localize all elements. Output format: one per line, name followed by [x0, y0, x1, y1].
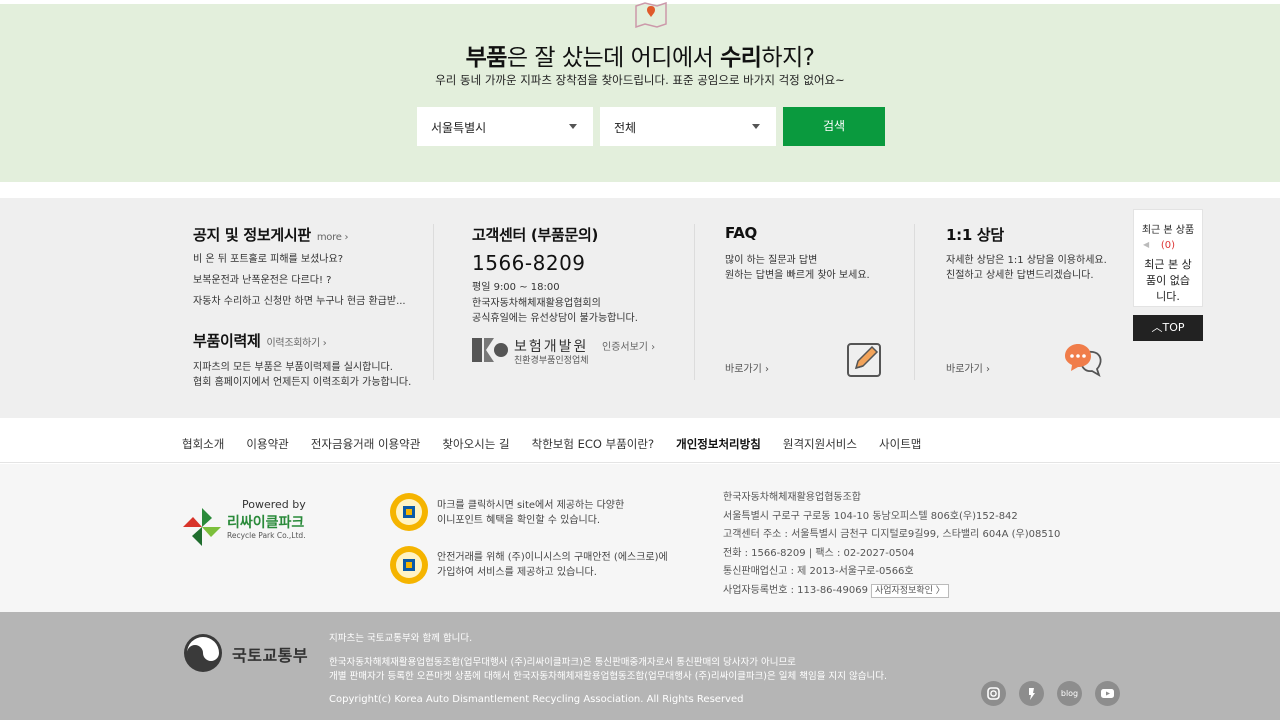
footer-info: Powered by 리싸이클파크 Recycle Park Co.,Ltd. …: [0, 464, 1280, 612]
footer-link-remote-support[interactable]: 원격지원서비스: [783, 436, 857, 452]
parts-history-desc: 지파츠의 모든 부품은 부품이력제를 실시합니다. 협회 홈페이지에서 언제든지 …: [193, 362, 412, 388]
footer-link-sitemap[interactable]: 사이트맵: [879, 436, 921, 452]
recyclepark-en-name: Recycle Park Co.,Ltd.: [227, 531, 306, 540]
faq-desc: 많이 하는 질문과 답변 원하는 답변을 빠르게 찾아 보세요.: [725, 255, 870, 281]
qa-go-link[interactable]: 바로가기 ›: [946, 360, 990, 375]
search-button[interactable]: 검색: [783, 107, 885, 146]
chevron-down-icon: [752, 124, 760, 129]
list-item[interactable]: 비 온 뒤 포트홀로 피해를 보셨나요?: [193, 252, 413, 267]
region-select-value: 서울특별시: [431, 121, 487, 135]
kidi-certification: 보험개발원 친환경부품인정업체 인증서보기 ›: [472, 336, 672, 366]
disclaimer: 한국자동차해체재활용업협동조합(업무대행사 (주)리싸이클파크)은 통신판매중개…: [329, 657, 887, 682]
company-name: 한국자동차해체재활용업협동조합: [723, 492, 861, 503]
parts-history-title: 부품이력제 이력조회하기 ›: [193, 332, 327, 350]
scroll-top-button[interactable]: ︿TOP: [1133, 315, 1203, 341]
molit-logo[interactable]: 국토교통부: [183, 633, 323, 673]
hero-title: 부품은 잘 샀는데 어디에서 수리하지?: [465, 45, 815, 71]
footer-link-eco-parts[interactable]: 착한보험 ECO 부품이란?: [532, 436, 654, 452]
faq-go-link[interactable]: 바로가기 ›: [725, 360, 769, 375]
mail-order-no: 통신판매업신고 : 제 2013-서울구로-0566호: [723, 566, 914, 577]
repair-shop-search-section: 부품은 잘 샀는데 어디에서 수리하지? 우리 동네 가까운 지파츠 장착점을 …: [0, 0, 1280, 182]
notice-more-link[interactable]: more ›: [317, 232, 349, 243]
footer-link-efinance-terms[interactable]: 전자금융거래 이용약관: [311, 436, 420, 452]
customer-center-column: 고객센터 (부품문의) 1566-8209 평일 9:00 ~ 18:00 한국…: [472, 198, 682, 418]
info-section: 공지 및 정보게시판 more › 비 온 뒤 포트홀로 피해를 보셨나요? 보복…: [0, 198, 1280, 418]
company-address: 서울특별시 구로구 구로동 104-10 동남오피스텔 806호(우)152-8…: [723, 510, 1018, 522]
business-info-button[interactable]: 사업자정보확인 〉: [870, 583, 949, 598]
business-hours: 평일 9:00 ~ 18:00: [472, 282, 560, 293]
recent-products-title: 최근 본 상품: [1141, 225, 1195, 236]
chat-bubble-icon: [1065, 344, 1102, 377]
qa-title: 1:1 상담: [946, 226, 1004, 244]
qa-desc: 자세한 상담은 1:1 상담을 이용하세요. 친절하고 상세한 답변드리겠습니다.: [946, 255, 1107, 281]
customer-center-desc: 한국자동차해체재활용업협회의 공식휴일에는 유선상담이 불가능합니다.: [472, 298, 638, 324]
recyclepark-name: 리싸이클파크: [227, 515, 305, 531]
history-lookup-link[interactable]: 이력조회하기 ›: [267, 338, 327, 349]
faq-column: FAQ 많이 하는 질문과 답변 원하는 답변을 빠르게 찾아 보세요. 바로가기…: [725, 198, 895, 418]
type-select[interactable]: 전체: [600, 107, 776, 146]
notice-column: 공지 및 정보게시판 more › 비 온 뒤 포트홀로 피해를 보셨나요? 보복…: [193, 198, 423, 418]
instagram-icon[interactable]: [981, 681, 1006, 706]
divider: [694, 224, 695, 380]
notice-list: 비 온 뒤 포트홀로 피해를 보셨나요? 보복운전과 난폭운전은 다르다! ? …: [193, 252, 413, 315]
company-tel: 전화 : 1566-8209 | 팩스 : 02-2027-0504: [723, 547, 915, 559]
copyright: Copyright(c) Korea Auto Dismantlement Re…: [329, 694, 744, 705]
inipoint-desc: 마크를 클릭하시면 site에서 제공하는 다양한 이니포인트 혜택을 확인할 수…: [437, 500, 625, 526]
escrow-badge-icon[interactable]: [389, 545, 429, 585]
certificate-link[interactable]: 인증서보기 ›: [602, 338, 655, 353]
pencil-icon: [847, 343, 881, 377]
chevron-left-icon[interactable]: ◀: [1143, 240, 1149, 249]
map-pin-icon: [635, 2, 667, 28]
taegeuk-logo-icon: [184, 634, 222, 672]
kidi-logo-icon: [472, 338, 508, 362]
footer-link-about[interactable]: 협회소개: [182, 436, 224, 452]
youtube-icon[interactable]: [1095, 681, 1120, 706]
divider: [433, 224, 434, 380]
recent-products-panel: 최근 본 상품 ◀ (0) 최근 본 상품이 없습니다.: [1133, 209, 1203, 307]
escrow-desc: 안전거래를 위해 (주)이니시스의 구매안전 (에스크로)에 가입하여 서비스를 …: [437, 552, 668, 578]
kakaostory-icon[interactable]: [1019, 681, 1044, 706]
list-item[interactable]: 보복운전과 난폭운전은 다르다! ?: [193, 273, 413, 288]
recent-products-empty: 최근 본 상품이 없습니다.: [1144, 258, 1192, 303]
list-item[interactable]: 자동차 수리하고 신청만 하면 누구나 현금 환급받...: [193, 294, 413, 309]
qa-column: 1:1 상담 자세한 상담은 1:1 상담을 이용하세요. 친절하고 상세한 답변…: [946, 198, 1116, 418]
hero-subtitle: 우리 동네 가까운 지파츠 장착점을 찾아드립니다. 표준 공임으로 바가지 걱…: [435, 73, 845, 87]
molit-name: 국토교통부: [232, 646, 309, 665]
cs-address: 고객센터 주소 : 서울특별시 금천구 디지털로9길99, 스타밸리 604A …: [723, 529, 1061, 540]
region-select[interactable]: 서울특별시: [417, 107, 593, 146]
inipoint-badge-icon[interactable]: [389, 492, 429, 532]
footer-link-directions[interactable]: 찾아오시는 길: [442, 436, 509, 452]
bottom-footer: 국토교통부 지파츠는 국토교통부와 함께 합니다. 한국자동차해체재활용업협동조…: [0, 612, 1280, 720]
business-reg-no: 사업자등록번호 : 113-86-49069 사업자정보확인 〉: [723, 582, 1060, 601]
customer-center-title: 고객센터 (부품문의): [472, 226, 599, 244]
company-info: 한국자동차해체재활용업협동조합 서울특별시 구로구 구로동 104-10 동남오…: [723, 489, 1060, 600]
footer-link-privacy[interactable]: 개인정보처리방침: [676, 436, 761, 452]
chevron-up-icon: ︿: [1151, 321, 1163, 334]
footer-link-terms[interactable]: 이용약관: [246, 436, 288, 452]
notice-title[interactable]: 공지 및 정보게시판 more ›: [193, 224, 348, 245]
molit-notice: 지파츠는 국토교통부와 함께 합니다.: [329, 633, 473, 644]
recyclepark-logo[interactable]: Powered by 리싸이클파크 Recycle Park Co.,Ltd.: [181, 498, 321, 548]
customer-phone: 1566-8209: [472, 251, 586, 275]
pinwheel-logo-icon: [183, 508, 221, 546]
powered-by-label: Powered by: [242, 498, 306, 511]
divider: [914, 224, 915, 380]
faq-title: FAQ: [725, 224, 757, 242]
type-select-value: 전체: [614, 121, 637, 135]
kidi-subtitle: 친환경부품인정업체: [514, 356, 589, 366]
footer-nav: 협회소개 이용약관 전자금융거래 이용약관 찾아오시는 길 착한보험 ECO 부…: [0, 419, 1280, 463]
blog-icon[interactable]: blog: [1057, 681, 1082, 706]
chevron-down-icon: [569, 124, 577, 129]
